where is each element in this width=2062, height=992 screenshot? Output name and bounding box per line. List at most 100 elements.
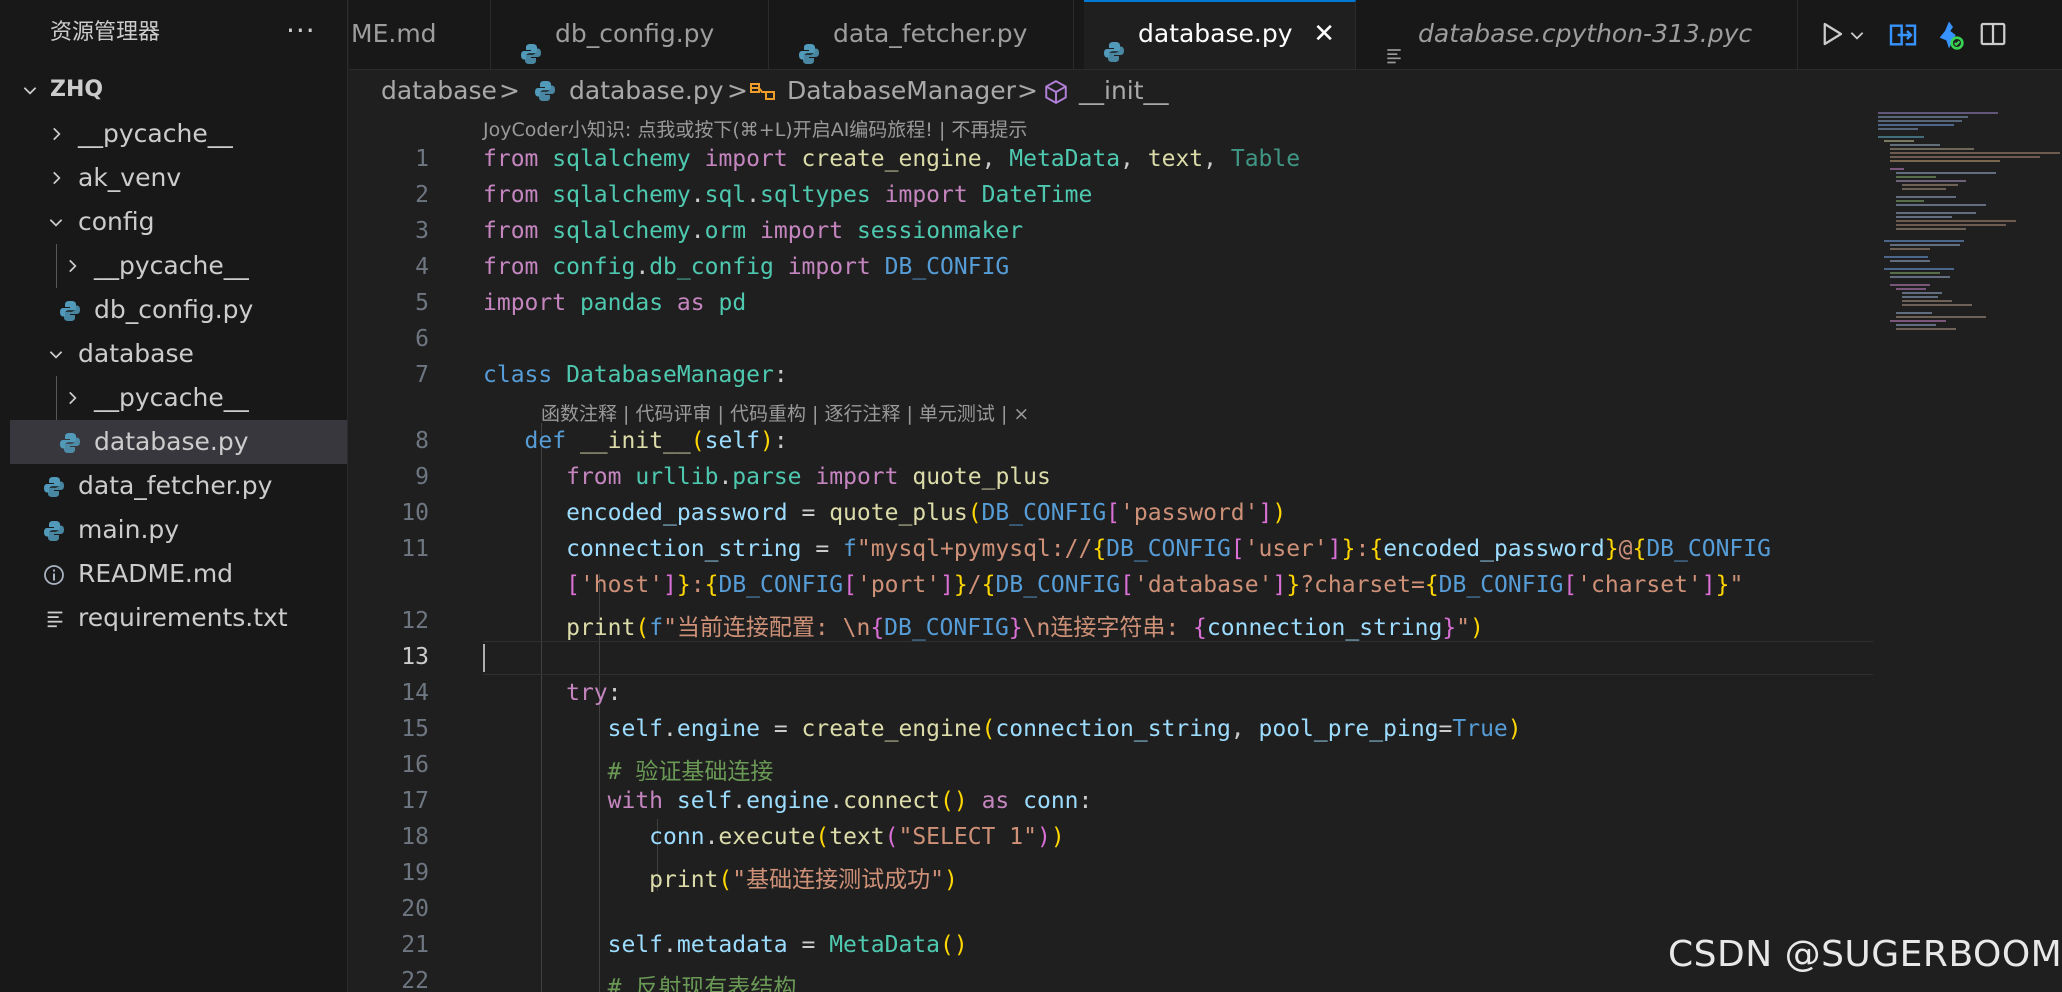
minimap[interactable]: [1874, 112, 2062, 992]
chevron-down-icon[interactable]: [1845, 0, 1869, 69]
breadcrumb-method[interactable]: __init__: [1079, 70, 1169, 112]
chevron-right-icon: [60, 244, 84, 288]
copilot-icon[interactable]: [1929, 0, 1969, 69]
symbol-method-icon: [1043, 70, 1069, 112]
code-token: sqltypes: [760, 182, 871, 208]
line-number: 2: [415, 182, 429, 208]
code-token: engine: [746, 788, 830, 814]
compare-icon[interactable]: [1883, 0, 1923, 69]
minimap-line: [1890, 276, 1950, 278]
minimap-line: [1884, 268, 1954, 270]
code-token: self: [704, 428, 760, 454]
tab-label: database.py: [1138, 19, 1293, 48]
code-token: f: [649, 615, 664, 641]
minimap-line: [1890, 320, 1946, 322]
tree-file-data-fetcher[interactable]: data_fetcher.py: [10, 464, 347, 508]
python-file-icon: [58, 288, 84, 332]
code-token: True: [1452, 716, 1508, 742]
code-line-21: self.metadata = MetaData(): [607, 932, 968, 958]
tree-file-requirements[interactable]: requirements.txt: [10, 596, 347, 640]
tree-folder-config-pycache[interactable]: __pycache__: [10, 244, 347, 288]
code-line-11: connection_string = f"mysql+pymysql://{D…: [566, 536, 1771, 562]
tree-item-label: __pycache__: [94, 383, 249, 412]
breadcrumb-folder[interactable]: database: [381, 70, 497, 112]
code-token: metadata: [676, 932, 788, 958]
code-token: import: [815, 464, 899, 490]
tab-data-fetcher[interactable]: data_fetcher.py: [769, 0, 1074, 69]
code-token: DB_CONFIG: [1106, 536, 1231, 562]
code-token: with: [607, 788, 664, 814]
code-line-16: # 验证基础连接: [483, 752, 774, 786]
line-number: 4: [415, 254, 429, 280]
ellipsis-icon[interactable]: ···: [286, 0, 316, 62]
minimap-line: [1896, 328, 1956, 330]
workspace-root-folder[interactable]: ZHQ: [10, 68, 347, 112]
code-line-17: with self.engine.connect() as conn:: [607, 788, 1093, 814]
line-number: 19: [401, 860, 429, 886]
tab-database-py[interactable]: database.py ✕: [1084, 0, 1356, 69]
code-token: DB_CONFIG: [1438, 572, 1564, 598]
line-number: 21: [401, 932, 429, 958]
code-token: as: [981, 788, 1010, 814]
code-token: def: [524, 428, 567, 454]
code-token: from: [483, 218, 539, 244]
tree-folder-pycache[interactable]: __pycache__: [10, 112, 347, 156]
tree-folder-database[interactable]: database: [10, 332, 347, 376]
code-token: create_engine: [801, 716, 982, 742]
code-line-11-wrap: ['host']}:{DB_CONFIG['port']}/{DB_CONFIG…: [566, 572, 1744, 598]
code-token: f: [843, 536, 857, 562]
code-token: db_config: [649, 254, 774, 280]
code-line-18: conn.execute(text("SELECT 1")): [649, 824, 1065, 850]
minimap-line: [1902, 184, 1958, 186]
code-token: DB_CONFIG: [981, 500, 1107, 526]
code-editor[interactable]: JoyCoder小知识: 点我或按下(⌘+L)开启AI编码旅程! | 不再提示 …: [349, 112, 1874, 992]
python-file-icon: [533, 70, 557, 112]
minimap-line: [1884, 240, 1964, 242]
code-token: 'database': [1133, 572, 1273, 598]
code-token: conn: [649, 824, 705, 850]
minimap-line: [1878, 116, 1968, 118]
tab-readme[interactable]: ME.md: [349, 0, 491, 69]
tree-folder-database-pycache[interactable]: __pycache__: [10, 376, 347, 420]
code-token: quote_plus: [912, 464, 1051, 490]
codelens-actions[interactable]: 函数注释 | 代码评审 | 代码重构 | 逐行注释 | 单元测试 | ×: [541, 399, 1029, 426]
breadcrumb-file[interactable]: database.py: [569, 70, 724, 112]
tab-database-pyc[interactable]: database.cpython-313.pyc: [1356, 0, 1798, 69]
line-number: 22: [401, 968, 429, 992]
minimap-line: [1890, 156, 2040, 158]
tab-label: data_fetcher.py: [833, 19, 1028, 48]
code-line-2: from sqlalchemy.sql.sqltypes import Date…: [483, 182, 1093, 208]
tree-item-label: __pycache__: [78, 119, 233, 148]
tree-file-readme[interactable]: README.md: [10, 552, 347, 596]
line-number: 20: [401, 896, 429, 922]
code-token: conn: [1023, 788, 1079, 814]
code-token: from: [566, 464, 622, 490]
code-line-4: from config.db_config import DB_CONFIG: [483, 254, 1010, 280]
code-token: self: [607, 932, 664, 958]
split-editor-icon[interactable]: [1973, 0, 2013, 69]
ai-hint[interactable]: JoyCoder小知识: 点我或按下(⌘+L)开启AI编码旅程! | 不再提示: [483, 115, 1027, 142]
close-icon[interactable]: ✕: [1313, 2, 1335, 66]
python-file-icon: [1102, 24, 1126, 69]
tab-db-config[interactable]: db_config.py: [491, 0, 769, 69]
code-line-19: print("基础连接测试成功"): [649, 867, 958, 893]
line-number: 14: [401, 680, 429, 706]
code-line-14: try:: [566, 680, 622, 706]
tab-label: db_config.py: [555, 19, 715, 48]
tree-folder-config[interactable]: config: [10, 200, 347, 244]
code-token: 'user': [1244, 536, 1328, 562]
tree-item-label: data_fetcher.py: [78, 471, 273, 500]
text-cursor: [483, 644, 485, 672]
tree-file-database-py[interactable]: database.py: [10, 420, 347, 464]
minimap-line: [1890, 248, 1930, 250]
breadcrumb-class[interactable]: DatabaseManager: [787, 70, 1016, 112]
minimap-line: [1896, 312, 1932, 314]
minimap-line: [1902, 304, 1972, 306]
line-number: 11: [401, 536, 429, 562]
minimap-line: [1896, 228, 1966, 230]
code-token: as: [676, 290, 705, 316]
code-token: text: [829, 824, 885, 850]
tree-file-main[interactable]: main.py: [10, 508, 347, 552]
tree-file-db-config[interactable]: db_config.py: [10, 288, 347, 332]
tree-folder-ak-venv[interactable]: ak_venv: [10, 156, 347, 200]
